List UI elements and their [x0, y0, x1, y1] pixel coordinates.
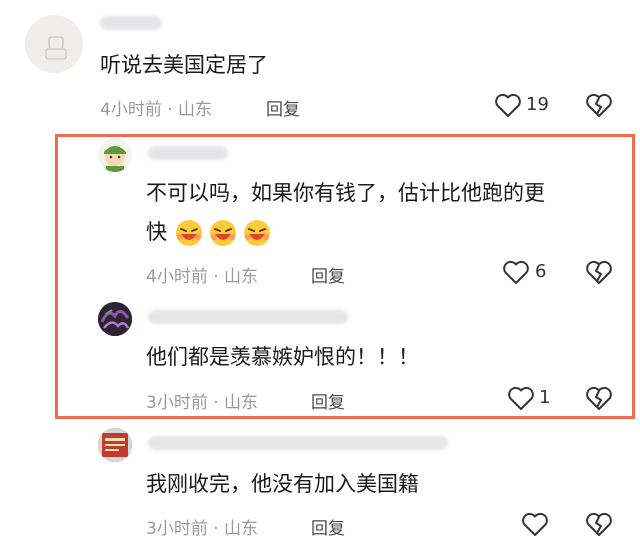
avatar-image	[98, 138, 132, 172]
timestamp: 4小时前	[100, 100, 162, 120]
location: 山东	[224, 267, 259, 287]
avatar-image	[98, 428, 132, 462]
reply-button[interactable]: 回复	[311, 514, 345, 539]
highlight-frame	[55, 134, 635, 419]
broken-heart-icon[interactable]	[585, 385, 613, 411]
grin-emoji-icon	[175, 220, 202, 246]
username[interactable]	[148, 310, 348, 324]
comment-meta: 4小时前 · 山东	[100, 95, 212, 120]
heart-icon[interactable]	[521, 511, 549, 537]
location: 山东	[224, 519, 259, 539]
comment-meta: 3小时前 · 山东	[146, 514, 258, 539]
username[interactable]	[148, 436, 448, 450]
like-count: 1	[539, 387, 551, 408]
avatar-image	[25, 15, 83, 73]
like-count: 6	[535, 261, 547, 282]
comment-text-line2-text: 快	[146, 220, 167, 244]
grin-emoji-icon	[243, 220, 270, 246]
timestamp: 3小时前	[146, 519, 208, 539]
comment-meta: 4小时前 · 山东	[146, 262, 258, 287]
timestamp: 3小时前	[146, 393, 208, 413]
location: 山东	[224, 393, 259, 413]
heart-icon[interactable]	[507, 385, 535, 411]
reply-button[interactable]: 回复	[311, 262, 345, 287]
grin-emoji-icon	[209, 220, 236, 246]
broken-heart-icon[interactable]	[585, 259, 613, 285]
broken-heart-icon[interactable]	[585, 511, 613, 537]
comment-text: 听说去美国定居了	[100, 53, 268, 77]
comment-meta: 3小时前 · 山东	[146, 388, 258, 413]
heart-icon[interactable]	[502, 259, 530, 285]
reply-button[interactable]: 回复	[266, 95, 300, 120]
avatar[interactable]	[98, 302, 132, 336]
heart-icon[interactable]	[494, 92, 522, 118]
separator: ·	[213, 519, 219, 539]
location: 山东	[178, 100, 213, 120]
separator: ·	[213, 393, 219, 413]
comment-text-line1: 不可以吗，如果你有钱了，估计比他跑的更	[146, 181, 545, 205]
reply-button[interactable]: 回复	[311, 388, 345, 413]
username[interactable]	[100, 16, 162, 30]
like-count: 19	[526, 94, 549, 115]
comment-text: 他们都是羡慕嫉妒恨的！！！	[146, 345, 419, 369]
avatar[interactable]	[25, 15, 83, 73]
separator: ·	[167, 100, 173, 120]
comment-text: 我刚收完，他没有加入美国籍	[146, 472, 419, 496]
avatar[interactable]	[98, 138, 132, 172]
comment-text-line2: 快	[146, 217, 276, 248]
separator: ·	[213, 267, 219, 287]
avatar[interactable]	[98, 428, 132, 462]
timestamp: 4小时前	[146, 267, 208, 287]
username[interactable]	[148, 146, 228, 160]
broken-heart-icon[interactable]	[585, 92, 613, 118]
avatar-image	[98, 302, 132, 336]
